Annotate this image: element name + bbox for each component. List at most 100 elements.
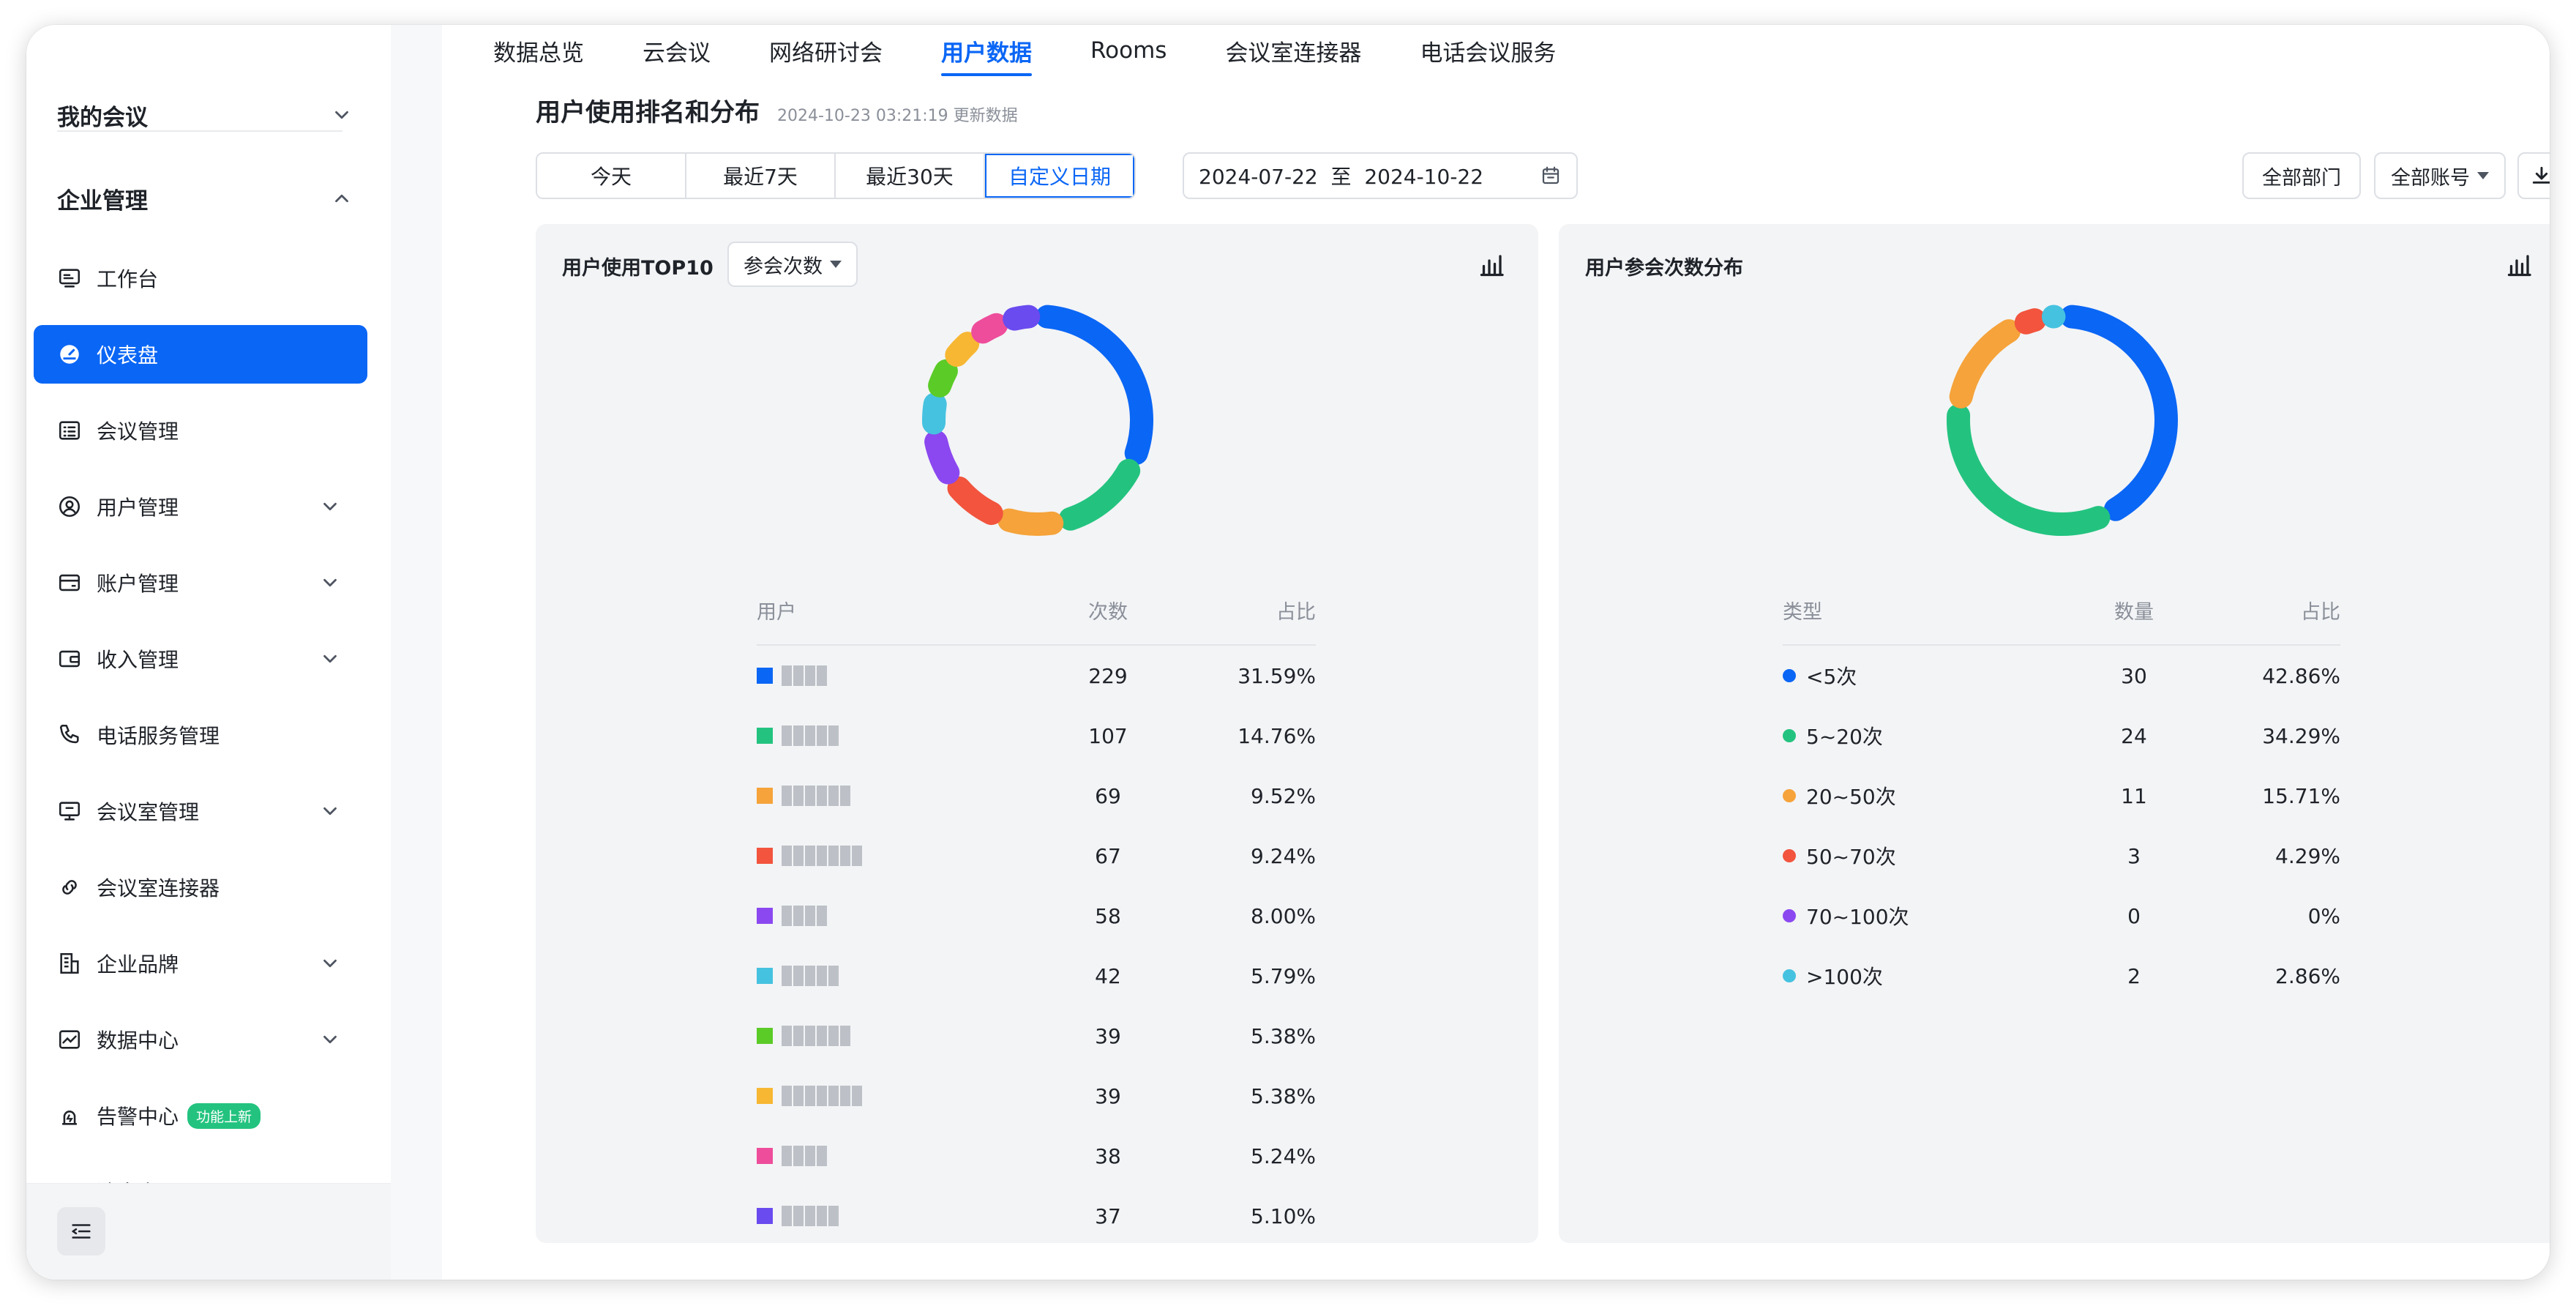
series-dot <box>1783 909 1796 922</box>
range-7days-button[interactable]: 最近7天 <box>686 154 836 198</box>
table-row: 58 8.00% <box>757 886 1316 946</box>
download-button[interactable] <box>2517 152 2550 199</box>
sidebar-item-alerts[interactable]: 告警中心 功能上新 <box>34 1086 367 1145</box>
sidebar-item-label: 会议管理 <box>97 419 179 444</box>
link-icon <box>57 875 82 900</box>
percent-cell: 5.38% <box>1251 1083 1316 1108</box>
account-filter[interactable]: 全部账号 <box>2374 152 2506 199</box>
series-dot <box>1783 729 1796 742</box>
tab-cloud-meeting[interactable]: 云会议 <box>643 25 711 73</box>
metric-dropdown[interactable]: 参会次数 <box>727 242 858 287</box>
sidebar-item-label: 工作台 <box>97 267 159 291</box>
table-body: 229 31.59% 107 14.76% 69 9.52% 67 9.24% 58 8.00% 4… <box>757 646 1316 1246</box>
metric-dropdown-label: 参会次数 <box>744 255 823 278</box>
sidebar-section-my-meetings[interactable]: 我的会议 <box>57 82 372 148</box>
count-cell: 229 <box>1088 663 1128 688</box>
sidebar-item-label: 账户管理 <box>97 572 179 596</box>
table-row: 107 14.76% <box>757 706 1316 766</box>
type-cell: 70~100次 <box>1783 901 2105 930</box>
table-header: 用户 次数 占比 <box>757 596 1316 646</box>
tab-phone-service[interactable]: 电话会议服务 <box>1420 25 1556 73</box>
sidebar-item-meetings[interactable]: 会议管理 <box>34 401 367 460</box>
sidebar-item-data-center[interactable]: 数据中心 <box>34 1010 367 1069</box>
sidebar-item-dashboard[interactable]: 仪表盘 <box>34 325 367 384</box>
bar-chart-icon[interactable] <box>1478 252 1505 278</box>
tab-bar: 数据总览 云会议 网络研讨会 用户数据 Rooms 会议室连接器 电话会议服务 <box>493 25 1614 76</box>
table-row: 67 9.24% <box>757 826 1316 886</box>
series-swatch <box>757 1088 773 1104</box>
sidebar-item-revenue[interactable]: 收入管理 <box>34 630 367 688</box>
count-cell: 2 <box>2127 963 2141 988</box>
screen-icon <box>57 799 82 824</box>
redacted-username <box>782 786 850 806</box>
user-cell <box>757 1146 1079 1166</box>
count-cell: 0 <box>2127 903 2141 928</box>
series-swatch <box>757 788 773 804</box>
user-cell <box>757 1086 1079 1106</box>
distribution-donut-chart <box>1947 305 2178 536</box>
type-cell: 5~20次 <box>1783 721 2105 750</box>
table-row: 38 5.24% <box>757 1126 1316 1186</box>
user-cell <box>757 1026 1079 1046</box>
percent-cell: 15.71% <box>2262 783 2340 808</box>
sidebar-item-rooms[interactable]: 会议室管理 <box>34 782 367 840</box>
table-row: 37 5.10% <box>757 1186 1316 1246</box>
dashboard-icon <box>57 342 82 367</box>
tab-room-connector[interactable]: 会议室连接器 <box>1225 25 1361 73</box>
count-cell: 42 <box>1095 963 1121 988</box>
sidebar-divider <box>57 130 342 132</box>
sidebar-item-accounts[interactable]: 账户管理 <box>34 553 367 612</box>
tab-overview[interactable]: 数据总览 <box>493 25 584 73</box>
sidebar-item-room-connector[interactable]: 会议室连接器 <box>34 858 367 917</box>
main-content: 数据总览 云会议 网络研讨会 用户数据 Rooms 会议室连接器 电话会议服务 … <box>442 25 2550 1280</box>
tab-rooms[interactable]: Rooms <box>1090 25 1167 73</box>
tab-webinar[interactable]: 网络研讨会 <box>769 25 883 73</box>
series-swatch <box>757 848 773 864</box>
date-range-picker[interactable]: 2024-07-22 至 2024-10-22 <box>1183 152 1578 199</box>
count-cell: 11 <box>2121 783 2147 808</box>
percent-cell: 4.29% <box>2275 843 2340 868</box>
sidebar-item-phone-service[interactable]: 电话服务管理 <box>34 706 367 764</box>
workbench-icon <box>57 266 82 291</box>
top10-title: 用户使用TOP10 <box>562 257 714 280</box>
type-label: 5~20次 <box>1806 725 1883 749</box>
series-swatch <box>757 1028 773 1044</box>
new-feature-badge: 功能上新 <box>187 1102 261 1129</box>
building-icon <box>57 951 82 976</box>
tab-user-data[interactable]: 用户数据 <box>941 25 1032 76</box>
percent-cell: 9.24% <box>1251 843 1316 868</box>
bar-chart-icon[interactable] <box>2506 252 2532 278</box>
header-percent: 占比 <box>1276 601 1316 624</box>
series-dot <box>1783 849 1796 862</box>
caret-down-icon <box>2477 172 2489 179</box>
series-swatch <box>757 668 773 684</box>
user-cell <box>757 665 1079 686</box>
redacted-username <box>782 1026 850 1046</box>
type-label: 50~70次 <box>1806 845 1896 869</box>
sidebar-item-workbench[interactable]: 工作台 <box>34 249 367 307</box>
range-today-button[interactable]: 今天 <box>537 154 686 198</box>
type-cell: <5次 <box>1783 661 2105 690</box>
header-user: 用户 <box>757 601 796 624</box>
range-30days-button[interactable]: 最近30天 <box>836 154 985 198</box>
user-cell <box>757 846 1079 866</box>
percent-cell: 34.29% <box>2262 723 2340 748</box>
header-count: 数量 <box>2114 601 2154 624</box>
table-body: <5次 30 42.86% 5~20次 24 34.29% 20~50次 11 15.71% 50… <box>1783 646 2340 1006</box>
card-icon <box>57 570 82 595</box>
sidebar-item-users[interactable]: 用户管理 <box>34 477 367 536</box>
count-cell: 67 <box>1095 843 1121 868</box>
redacted-username <box>782 665 827 686</box>
sidebar-section-enterprise[interactable]: 企业管理 <box>57 165 372 231</box>
percent-cell: 2.86% <box>2275 963 2340 988</box>
department-filter[interactable]: 全部部门 <box>2242 152 2361 199</box>
sidebar-item-brand[interactable]: 企业品牌 <box>34 934 367 993</box>
count-cell: 24 <box>2121 723 2147 748</box>
redacted-username <box>782 846 862 866</box>
collapse-sidebar-button[interactable] <box>57 1207 105 1255</box>
series-dot <box>1783 969 1796 982</box>
range-custom-button[interactable]: 自定义日期 <box>985 154 1134 198</box>
count-cell: 39 <box>1095 1023 1121 1048</box>
header-count: 次数 <box>1088 601 1128 624</box>
date-range-segment: 今天 最近7天 最近30天 自定义日期 <box>536 152 1136 199</box>
